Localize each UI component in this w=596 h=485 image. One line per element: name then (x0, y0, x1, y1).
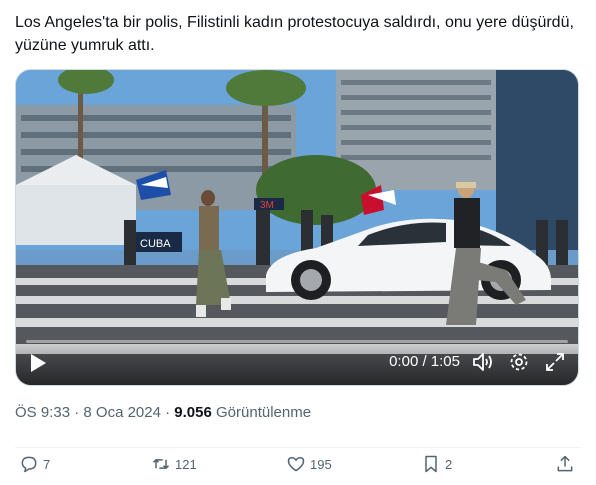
fullscreen-icon[interactable] (544, 351, 566, 373)
banner-text: CUBA (140, 238, 171, 250)
tweet-date[interactable]: 8 Oca 2024 (83, 404, 161, 421)
share-button[interactable] (555, 454, 575, 474)
time-display: 0:00 / 1:05 (389, 353, 460, 370)
views-count: 9.056 (174, 404, 212, 421)
bookmark-count: 2 (445, 456, 453, 472)
volume-icon[interactable] (472, 351, 494, 373)
views-label: Görüntülenme (216, 404, 312, 421)
share-icon (557, 455, 573, 472)
settings-icon[interactable] (508, 351, 530, 373)
repost-icon (152, 459, 170, 469)
meta-separator-2: · (165, 404, 171, 421)
meta-separator: · (74, 404, 80, 421)
reply-icon (21, 456, 37, 473)
repost-button[interactable]: 121 (151, 454, 197, 474)
play-icon[interactable] (28, 353, 48, 373)
tweet-meta: ÖS 9:33 · 8 Oca 2024 · 9.056 Görüntülenm… (15, 403, 311, 423)
bookmark-button[interactable]: 2 (421, 454, 452, 474)
video-player[interactable]: CUBA 3M 0:00 / 1:05 (15, 69, 579, 386)
like-button[interactable]: 195 (286, 454, 332, 474)
tweet-text: Los Angeles'ta bir polis, Filistinli kad… (15, 14, 574, 54)
tweet-time[interactable]: ÖS 9:33 (15, 404, 70, 421)
like-count: 195 (310, 456, 332, 472)
repost-count: 121 (175, 456, 197, 472)
reply-button[interactable]: 7 (19, 454, 50, 474)
video-controls: 0:00 / 1:05 (16, 339, 578, 385)
progress-bar[interactable] (26, 340, 568, 343)
bookmark-icon (425, 455, 437, 473)
heart-icon (287, 457, 305, 472)
sign-text: 3M (260, 200, 274, 211)
reply-count: 7 (43, 456, 51, 472)
action-bar: 7 121 195 2 (15, 447, 581, 478)
